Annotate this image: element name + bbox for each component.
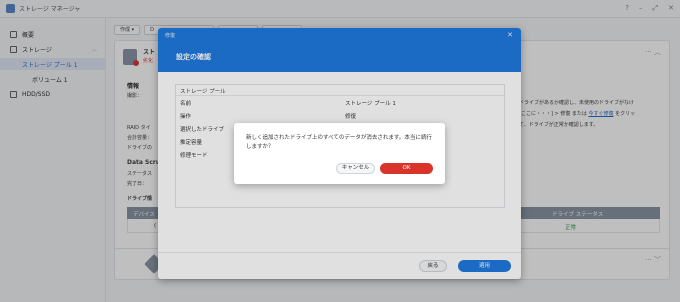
cancel-button[interactable]: キャンセル — [336, 163, 375, 174]
ok-button[interactable]: OK — [380, 163, 433, 174]
confirm-message: 新しく追加されたドライブ上のすべてのデータが消去されます。本当に続行しますか？ — [246, 135, 432, 150]
confirm-erase-dialog: 新しく追加されたドライブ上のすべてのデータが消去されます。本当に続行しますか？ … — [234, 123, 445, 184]
